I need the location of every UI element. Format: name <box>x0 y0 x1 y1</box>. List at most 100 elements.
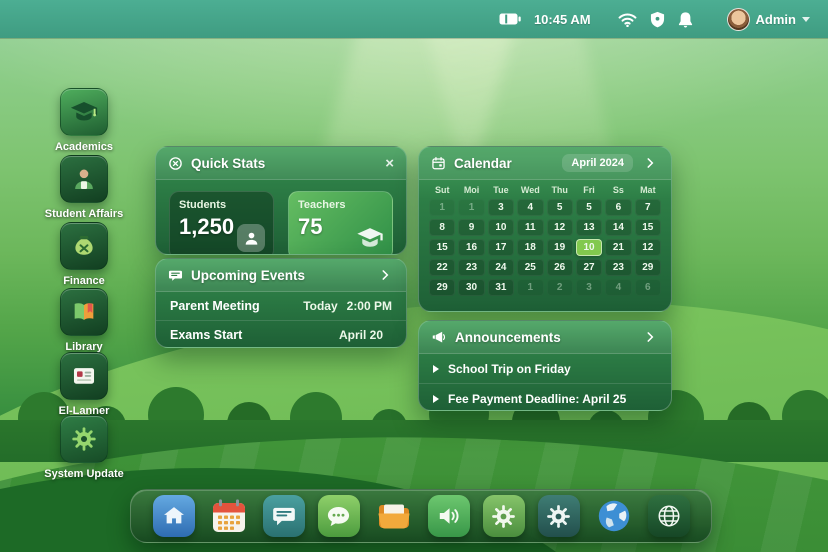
stats-icon <box>168 156 183 171</box>
calendar-day[interactable]: 7 <box>634 199 661 216</box>
avatar[interactable] <box>726 7 750 31</box>
calendar-day[interactable]: 8 <box>429 219 456 236</box>
calendar-day[interactable]: 3 <box>487 199 515 216</box>
chevron-right-icon[interactable] <box>641 328 659 346</box>
calendar-icon <box>431 156 446 171</box>
calendar-day[interactable]: 15 <box>429 239 456 256</box>
calendar-day[interactable]: 17 <box>487 239 515 256</box>
calendar-day[interactable]: 12 <box>546 219 573 236</box>
month-selector[interactable]: April 2024 <box>562 154 633 172</box>
widget-title: Quick Stats <box>191 155 266 171</box>
calendar-day[interactable]: 10 <box>575 239 603 256</box>
calendar-day[interactable]: 6 <box>605 199 632 216</box>
desktop-icon-label: Student Affairs <box>44 208 124 220</box>
globe-grid-icon[interactable] <box>647 495 690 537</box>
chat-bubble-icon <box>168 268 183 283</box>
desktop-icon-el-lanner[interactable]: El-Lanner <box>36 352 132 417</box>
events-list: Parent Meeting Today 2:00 PM Exams Start … <box>156 292 406 347</box>
calendar-day[interactable]: 6 <box>634 279 661 296</box>
money-bag-icon <box>60 222 108 270</box>
calendar-day[interactable]: 1 <box>458 199 485 216</box>
gear-icon[interactable] <box>482 495 525 537</box>
calendar-day[interactable]: 4 <box>605 279 632 296</box>
calendar-day[interactable]: 31 <box>487 279 515 296</box>
calendar-day[interactable]: 16 <box>458 239 485 256</box>
announcement-item[interactable]: School Trip on Friday <box>419 354 671 383</box>
calendar-day[interactable]: 9 <box>458 219 485 236</box>
calendar-day[interactable]: 13 <box>575 219 603 236</box>
calendar-day[interactable]: 29 <box>429 279 456 296</box>
speaker-icon[interactable] <box>427 495 470 537</box>
desktop-screen: 10:45 AM Admin Academics Student Affairs… <box>0 0 828 552</box>
stat-card-teachers[interactable]: Teachers 75 <box>288 191 393 254</box>
home-icon[interactable] <box>152 495 195 537</box>
chat-lines-icon[interactable] <box>262 495 305 537</box>
event-time: 2:00 PM <box>346 299 392 313</box>
calendar-day[interactable]: 19 <box>546 239 573 256</box>
gear-icon[interactable] <box>537 495 580 537</box>
event-date: April 20 <box>338 328 383 342</box>
calendar-day[interactable]: 1 <box>429 199 456 216</box>
calendar-day[interactable]: 29 <box>634 259 661 276</box>
announcements-list: School Trip on Friday Fee Payment Deadli… <box>419 354 671 410</box>
id-card-icon <box>60 352 108 400</box>
calendar-day[interactable]: 18 <box>517 239 544 256</box>
calendar-day[interactable]: 25 <box>517 259 544 276</box>
desktop-icon-library[interactable]: Library <box>36 288 132 353</box>
calendar-day-header: Mat <box>640 185 656 195</box>
chevron-down-icon <box>802 16 810 22</box>
widget-title: Announcements <box>455 329 561 345</box>
close-icon[interactable]: × <box>385 156 394 171</box>
calendar-day[interactable]: 27 <box>575 259 603 276</box>
desktop-icon-finance[interactable]: Finance <box>36 222 132 287</box>
chevron-right-icon[interactable] <box>641 154 659 172</box>
calendar-day[interactable]: 15 <box>634 219 661 236</box>
calendar-day[interactable]: 10 <box>487 219 515 236</box>
calendar-day[interactable]: 22 <box>429 259 456 276</box>
calendar-day[interactable]: 5 <box>546 199 573 216</box>
calendar-day[interactable]: 14 <box>605 219 632 236</box>
calendar-widget: Calendar April 2024 Sut Moi Tue Wed Thu Fri Ss… <box>418 146 672 312</box>
person-icon <box>237 224 265 252</box>
calendar-day[interactable]: 23 <box>458 259 485 276</box>
calendar-day[interactable]: 24 <box>487 259 515 276</box>
earth-icon[interactable] <box>593 495 635 537</box>
calendar-day[interactable]: 30 <box>458 279 485 296</box>
shield-icon[interactable] <box>650 11 665 28</box>
event-row[interactable]: Exams Start April 20 <box>156 320 406 347</box>
dock <box>130 489 712 543</box>
calendar-day[interactable]: 11 <box>517 219 544 236</box>
calendar-day[interactable]: 4 <box>517 199 544 216</box>
announcement-item[interactable]: Fee Payment Deadline: April 25 <box>419 383 671 410</box>
event-row[interactable]: Parent Meeting Today 2:00 PM <box>156 292 406 320</box>
calendar-day[interactable]: 26 <box>546 259 573 276</box>
calendar-day[interactable]: 1 <box>517 279 544 296</box>
announcements-widget: Announcements School Trip on Friday Fee … <box>418 320 672 411</box>
user-menu[interactable]: Admin <box>726 7 810 31</box>
widget-title: Upcoming Events <box>191 267 306 283</box>
calendar-day[interactable]: 12 <box>634 239 661 256</box>
calendar-day-header: Fri <box>583 185 595 195</box>
calendar-day[interactable]: 2 <box>546 279 573 296</box>
desktop-icon-system-update[interactable]: System Update <box>36 415 132 480</box>
calendar-day[interactable]: 23 <box>605 259 632 276</box>
stat-label: Students <box>179 199 227 211</box>
folder-icon[interactable] <box>373 495 415 537</box>
calendar-day[interactable]: 3 <box>575 279 603 296</box>
message-dots-icon[interactable] <box>317 495 360 537</box>
stat-card-students[interactable]: Students 1,250 <box>169 191 274 254</box>
chevron-right-icon[interactable] <box>376 266 394 284</box>
desktop-icon-label: Finance <box>63 275 105 287</box>
calendar-icon[interactable] <box>208 495 250 537</box>
calendar-day-header: Tue <box>493 185 509 195</box>
wifi-icon[interactable] <box>618 12 637 27</box>
upcoming-events-widget: Upcoming Events Parent Meeting Today 2:00… <box>155 258 407 348</box>
desktop-icon-academics[interactable]: Academics <box>36 88 132 153</box>
bell-icon[interactable] <box>678 11 693 28</box>
desktop-icon-student-affairs[interactable]: Student Affairs <box>36 155 132 220</box>
open-book-icon <box>60 288 108 336</box>
calendar-day[interactable]: 21 <box>605 239 632 256</box>
calendar-day-header: Sut <box>434 185 450 195</box>
event-name: Exams Start <box>170 328 243 342</box>
calendar-day[interactable]: 5 <box>575 199 603 216</box>
